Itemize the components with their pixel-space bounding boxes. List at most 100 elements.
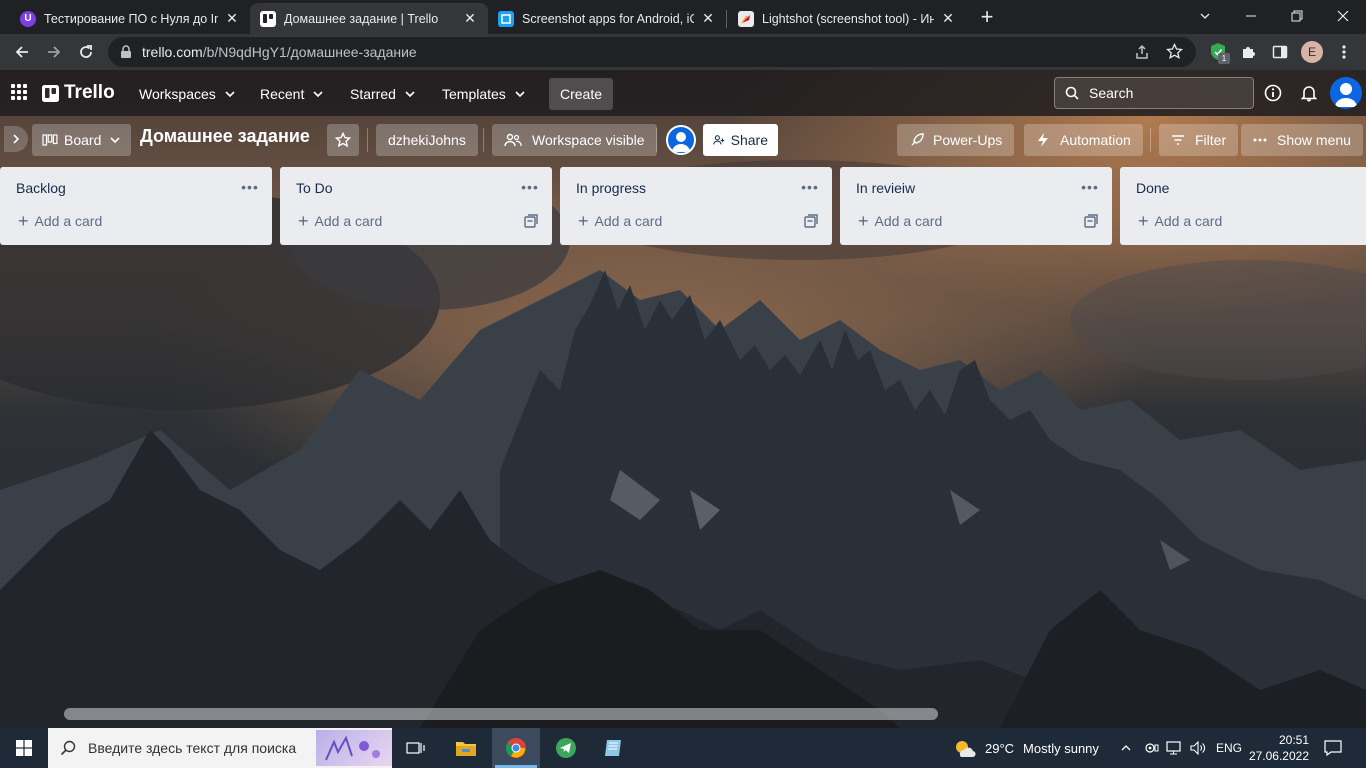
- chevron-down-icon: [313, 91, 323, 98]
- add-card-button[interactable]: + Add a card: [1138, 211, 1222, 231]
- list-title[interactable]: To Do: [296, 180, 333, 196]
- show-hidden-icons-chevron-icon[interactable]: [1120, 728, 1132, 768]
- board-title[interactable]: Домашнее задание: [140, 126, 310, 147]
- workspaces-menu[interactable]: Workspaces: [129, 78, 246, 110]
- close-window-icon[interactable]: [1320, 0, 1366, 32]
- list-title[interactable]: Done: [1136, 180, 1169, 196]
- automation-button[interactable]: Automation: [1024, 124, 1143, 156]
- share-button[interactable]: Share: [703, 124, 778, 156]
- plus-icon: +: [298, 211, 309, 231]
- file-explorer-icon[interactable]: [442, 728, 490, 768]
- user-silhouette-icon: [1335, 83, 1357, 107]
- user-avatar[interactable]: [1330, 77, 1362, 109]
- browser-tab[interactable]: Screenshot apps for Android, iOS ✕: [488, 3, 726, 34]
- taskbar-search-input[interactable]: Введите здесь текст для поиска: [48, 728, 392, 768]
- starred-menu[interactable]: Starred: [340, 78, 426, 110]
- card-template-icon[interactable]: [1084, 214, 1098, 228]
- network-icon[interactable]: [1166, 728, 1182, 768]
- add-card-button[interactable]: + Add a card: [578, 211, 662, 231]
- shield-extension-icon[interactable]: 1: [1204, 38, 1232, 66]
- plus-icon: +: [858, 211, 869, 231]
- clock[interactable]: 20:51 27.06.2022: [1249, 728, 1309, 768]
- create-button[interactable]: Create: [549, 78, 613, 110]
- telegram-icon[interactable]: [542, 728, 590, 768]
- board-view-switcher[interactable]: Board: [32, 124, 132, 156]
- chrome-menu-icon[interactable]: [1330, 38, 1358, 66]
- puzzle-extensions-icon[interactable]: [1234, 38, 1262, 66]
- show-menu-button[interactable]: Show menu: [1241, 124, 1363, 156]
- weather-widget[interactable]: 29°C Mostly sunny: [952, 728, 1099, 768]
- search-input[interactable]: Search: [1054, 77, 1254, 109]
- visibility-button[interactable]: Workspace visible: [492, 124, 657, 156]
- side-panel-icon[interactable]: [1266, 38, 1294, 66]
- new-tab-icon[interactable]: +: [975, 4, 999, 29]
- tab-separator: [726, 10, 727, 28]
- horizontal-scrollbar[interactable]: [64, 708, 938, 720]
- recent-menu[interactable]: Recent: [250, 78, 334, 110]
- minimize-icon[interactable]: [1228, 0, 1274, 32]
- list-to-do[interactable]: To Do ••• + Add a card: [280, 167, 552, 245]
- close-tab-icon[interactable]: ✕: [224, 10, 240, 27]
- list-menu-dots-icon[interactable]: •••: [518, 175, 542, 199]
- back-icon[interactable]: [8, 38, 36, 66]
- close-tab-icon[interactable]: ✕: [700, 10, 716, 27]
- task-view-icon[interactable]: [392, 728, 440, 768]
- board-view-icon: [42, 134, 58, 146]
- list-menu-dots-icon[interactable]: •••: [1078, 175, 1102, 199]
- notifications-bell-icon[interactable]: [1300, 84, 1318, 102]
- filter-button[interactable]: Filter: [1159, 124, 1239, 156]
- volume-icon[interactable]: [1190, 728, 1206, 768]
- share-page-icon[interactable]: [1134, 44, 1150, 60]
- notepad-app-icon[interactable]: [590, 728, 638, 768]
- reload-icon[interactable]: [72, 38, 100, 66]
- browser-tab[interactable]: U Тестирование ПО с Нуля до Inte ✕: [10, 3, 250, 34]
- forward-icon[interactable]: [40, 38, 68, 66]
- list-title[interactable]: In progress: [576, 180, 646, 196]
- browser-tab[interactable]: Lightshot (screenshot tool) - Инт ✕: [728, 3, 966, 34]
- star-board-icon[interactable]: [327, 124, 359, 156]
- close-tab-icon[interactable]: ✕: [462, 10, 478, 27]
- add-card-button[interactable]: + Add a card: [298, 211, 382, 231]
- trello-logo-icon: [42, 84, 59, 102]
- list-menu-dots-icon[interactable]: •••: [798, 175, 822, 199]
- browser-tab-strip: U Тестирование ПО с Нуля до Inte ✕ Домаш…: [0, 0, 1366, 34]
- info-icon[interactable]: [1264, 84, 1282, 102]
- lock-icon[interactable]: [120, 45, 132, 59]
- language-indicator[interactable]: ENG: [1216, 728, 1242, 768]
- list-in-progress[interactable]: In progress ••• + Add a card: [560, 167, 832, 245]
- power-ups-button[interactable]: Power-Ups: [897, 124, 1015, 156]
- address-bar[interactable]: trello.com/b/N9qdHgY1/домашнее-задание: [108, 37, 1196, 67]
- list-backlog[interactable]: Backlog ••• + Add a card: [0, 167, 272, 245]
- board-member-avatar[interactable]: [666, 125, 696, 155]
- add-card-button[interactable]: + Add a card: [18, 212, 102, 230]
- close-tab-icon[interactable]: ✕: [940, 10, 956, 27]
- search-highlight-image: [316, 730, 392, 766]
- restore-icon[interactable]: [1274, 0, 1320, 32]
- plus-icon: +: [1138, 211, 1149, 231]
- add-card-button[interactable]: + Add a card: [858, 211, 942, 231]
- divider: [656, 128, 657, 152]
- tab-search-chevron-icon[interactable]: [1182, 0, 1228, 32]
- browser-tab-active[interactable]: Домашнее задание | Trello ✕: [250, 3, 488, 34]
- profile-avatar[interactable]: E: [1298, 38, 1326, 66]
- plus-icon: +: [578, 211, 589, 231]
- card-template-icon[interactable]: [804, 214, 818, 228]
- templates-menu[interactable]: Templates: [432, 78, 536, 110]
- filter-icon: [1172, 135, 1184, 145]
- lightning-icon: [1038, 133, 1048, 147]
- bookmark-star-icon[interactable]: [1166, 43, 1183, 60]
- windows-start-icon[interactable]: [0, 728, 48, 768]
- chrome-taskbar-icon[interactable]: [492, 728, 540, 768]
- sidebar-expand-icon[interactable]: [4, 126, 28, 152]
- list-done[interactable]: Done + Add a card: [1120, 167, 1366, 245]
- card-template-icon[interactable]: [524, 214, 538, 228]
- notifications-icon[interactable]: [1324, 728, 1342, 768]
- webcam-icon[interactable]: [1143, 728, 1159, 768]
- list-title[interactable]: In revieiw: [856, 180, 915, 196]
- list-in-review[interactable]: In revieiw ••• + Add a card: [840, 167, 1112, 245]
- workspace-button[interactable]: dzhekiJohns: [376, 124, 478, 156]
- trello-logo[interactable]: Trello: [42, 82, 115, 104]
- list-menu-dots-icon[interactable]: •••: [238, 175, 262, 199]
- list-title[interactable]: Backlog: [16, 180, 66, 196]
- app-switcher-icon[interactable]: [10, 83, 28, 101]
